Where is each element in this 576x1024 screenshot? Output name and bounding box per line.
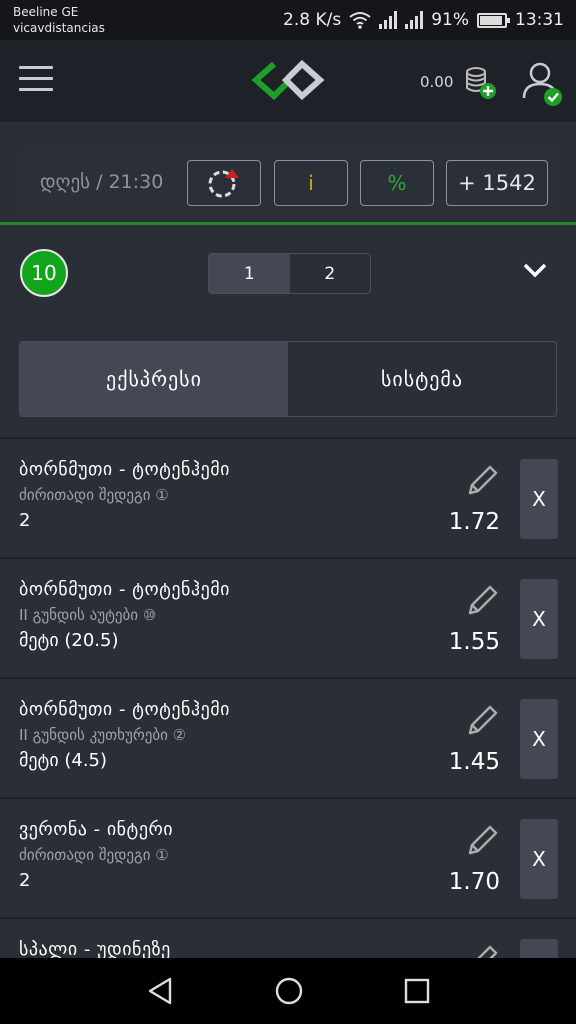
bet-match: ვერონა - ინტერი (19, 819, 174, 840)
match-time: დღეს / 21:30 (40, 171, 164, 193)
bet-count-badge: 10 (20, 249, 68, 297)
remove-bet-button[interactable]: X (520, 939, 558, 958)
status-bar: Beeline GE vicavdistancias 2.8 K/s 91% 1… (0, 0, 576, 40)
bet-match: სპალი - უდინეზე (19, 939, 171, 958)
more-markets-button[interactable]: + 1542 (446, 160, 548, 206)
home-icon[interactable] (274, 976, 304, 1006)
bet-odds: 1.45 (448, 749, 500, 775)
bet-market: II გუნდის კუთხურები ② (19, 726, 187, 744)
edit-pencil-icon[interactable] (464, 701, 502, 739)
live-stats-button[interactable] (187, 160, 261, 206)
bet-list: ბორნმუთი - ტოტენჰემი ძირითადი შედეგი ① 2… (0, 439, 576, 958)
recents-icon[interactable] (403, 976, 431, 1006)
bet-odds: 1.72 (448, 509, 500, 535)
bet-match: ბორნმუთი - ტოტენჰემი (19, 459, 230, 480)
carrier-name: Beeline GE (13, 5, 79, 19)
battery-percent: 91% (431, 10, 469, 30)
battery-icon (477, 12, 510, 28)
bet-pick: მეტი (20.5) (19, 630, 119, 651)
info-button[interactable]: i (274, 160, 348, 206)
edit-pencil-icon[interactable] (464, 581, 502, 619)
bet-item: ბორნმუთი - ტოტენჰემი ძირითადი შედეგი ① 2… (0, 439, 576, 559)
bet-market: ძირითადი შედეგი ① (19, 846, 169, 864)
tab-express[interactable]: ექსპრესი (20, 342, 288, 416)
menu-icon[interactable] (19, 66, 53, 96)
bet-item: ბორნმუთი - ტოტენჰემი II გუნდის აუტები ⑩ … (0, 559, 576, 679)
betslip-panel: 10 1 2 ექსპრესი სისტემა ბორნმუთი - ტოტენ… (0, 225, 576, 958)
remove-bet-button[interactable]: X (520, 459, 558, 539)
signal-icon-2 (405, 11, 424, 29)
bet-item: ვერონა - ინტერი ძირითადი შედეგი ① 2 1.70… (0, 799, 576, 919)
coins-add-icon[interactable] (462, 64, 498, 100)
edit-pencil-icon[interactable] (464, 821, 502, 859)
system-nav-bar (0, 958, 576, 1024)
percent-button[interactable]: % (360, 160, 434, 206)
bet-market: ძირითადი შედეგი ① (19, 486, 169, 504)
wifi-icon (349, 12, 371, 29)
match-info-bar: დღეს / 21:30 i % + 1542 (20, 146, 557, 222)
carrier-info: Beeline GE vicavdistancias (13, 4, 105, 36)
network-name: vicavdistancias (13, 21, 105, 35)
edit-pencil-icon[interactable] (464, 941, 502, 958)
status-indicators: 2.8 K/s 91% 13:31 (283, 8, 564, 32)
logo[interactable] (250, 58, 326, 102)
bet-market: II გუნდის აუტები ⑩ (19, 606, 157, 624)
bet-match: ბორნმუთი - ტოტენჰემი (19, 579, 230, 600)
page-tab-2[interactable]: 2 (290, 254, 371, 293)
back-icon[interactable] (146, 976, 174, 1006)
remove-bet-button[interactable]: X (520, 579, 558, 659)
bet-odds: 1.55 (448, 629, 500, 655)
network-speed: 2.8 K/s (283, 10, 342, 30)
tab-system[interactable]: სისტემა (288, 342, 556, 416)
bet-match: ბორნმუთი - ტოტენჰემი (19, 699, 230, 720)
balance-amount: 0.00 (420, 73, 454, 91)
remove-bet-button[interactable]: X (520, 819, 558, 899)
app-header: 0.00 (0, 40, 576, 122)
clock: 13:31 (515, 10, 564, 30)
betslip-pager: 1 2 (208, 253, 371, 294)
page-tab-1[interactable]: 1 (209, 254, 290, 293)
remove-bet-button[interactable]: X (520, 699, 558, 779)
bet-type-tabs: ექსპრესი სისტემა (19, 341, 557, 417)
bet-item: სპალი - უდინეზე X (0, 919, 576, 958)
bet-odds: 1.70 (448, 869, 500, 895)
bet-item: ბორნმუთი - ტოტენჰემი II გუნდის კუთხურები… (0, 679, 576, 799)
bet-pick: მეტი (4.5) (19, 750, 108, 771)
chevron-down-icon[interactable] (522, 261, 548, 279)
bet-pick: 2 (19, 510, 31, 531)
bet-pick: 2 (19, 870, 31, 891)
edit-pencil-icon[interactable] (464, 461, 502, 499)
user-verified-icon[interactable] (520, 60, 564, 108)
live-indicator-icon (208, 169, 239, 198)
signal-icon (379, 11, 398, 29)
